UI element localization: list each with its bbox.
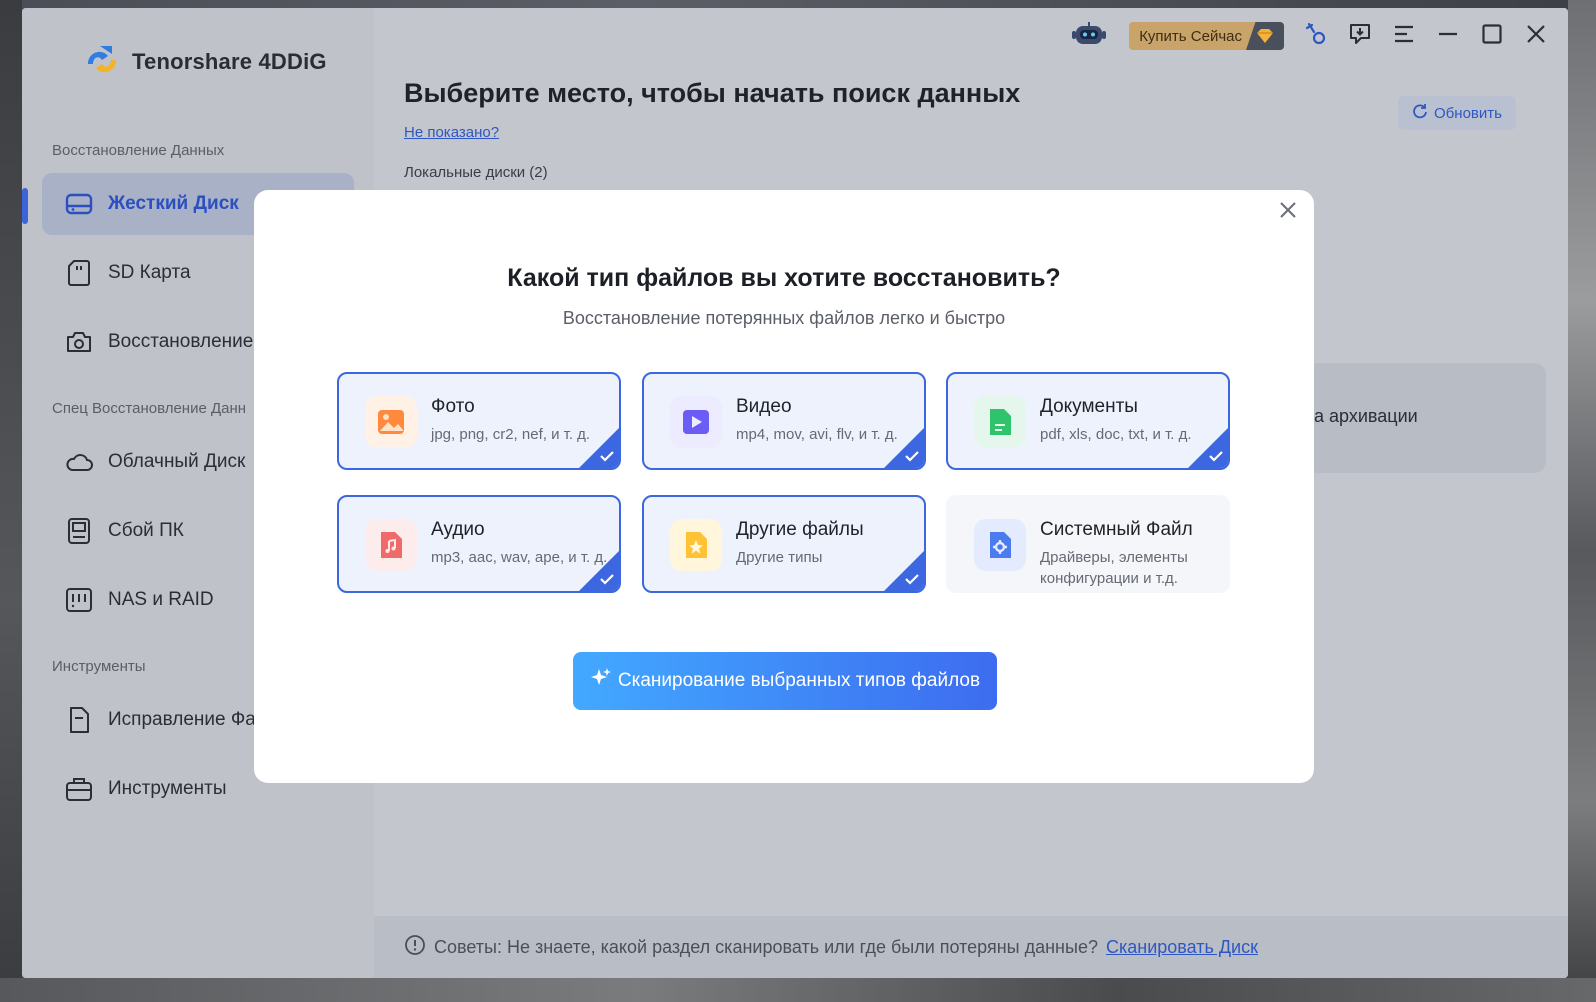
file-type-system[interactable]: Системный Файл Драйверы, элементы конфиг…: [946, 495, 1230, 593]
file-type-photo[interactable]: Фото jpg, png, cr2, nef, и т. д.: [337, 372, 621, 470]
sidebar-item-label: Восстановление I: [108, 331, 264, 352]
local-disks-label: Локальные диски (2): [404, 164, 548, 181]
file-type-desc: pdf, xls, doc, txt, и т. д.: [1040, 426, 1192, 443]
not-shown-link[interactable]: Не показано?: [404, 124, 499, 141]
tool-icon: [1305, 22, 1327, 51]
file-type-desc: Другие типы: [736, 549, 823, 566]
nas-icon: [64, 585, 94, 615]
camera-icon: [64, 327, 94, 357]
buy-now-label: Купить Сейчас: [1139, 27, 1242, 45]
file-type-name: Другие файлы: [736, 519, 864, 540]
feedback-button[interactable]: [1348, 22, 1372, 51]
maximize-icon: [1481, 23, 1503, 50]
file-type-name: Видео: [736, 396, 792, 417]
titlebar-controls: Купить Сейчас: [1069, 21, 1548, 51]
scan-disk-link[interactable]: Сканировать Диск: [1106, 937, 1258, 958]
background-card-label: а архивации: [1314, 406, 1418, 426]
app-name: Tenorshare 4DDiG: [132, 49, 327, 74]
other-files-icon: [670, 519, 722, 571]
fix-tool-button[interactable]: [1304, 22, 1328, 51]
section-label-recovery: Восстановление Данных: [52, 142, 225, 159]
file-type-name: Системный Файл: [1040, 519, 1193, 540]
document-icon: [974, 396, 1026, 448]
file-type-desc: mp3, aac, wav, ape, и т. д.: [431, 549, 608, 566]
audio-icon: [365, 519, 417, 571]
logo-icon: [82, 42, 122, 82]
close-icon: [1276, 202, 1300, 226]
desktop-background-bottom: [0, 978, 1596, 1002]
page-title: Выберите место, чтобы начать поиск данны…: [404, 78, 1021, 108]
refresh-label: Обновить: [1434, 104, 1502, 122]
file-type-video[interactable]: Видео mp4, mov, avi, flv, и т. д.: [642, 372, 926, 470]
robot-icon: [1070, 20, 1108, 53]
pc-crash-icon: [64, 516, 94, 546]
maximize-button[interactable]: [1480, 23, 1504, 50]
file-type-other[interactable]: Другие файлы Другие типы: [642, 495, 926, 593]
sidebar-item-label: SD Карта: [108, 262, 191, 283]
system-file-icon: [974, 519, 1026, 571]
assistant-robot-button[interactable]: [1069, 21, 1109, 48]
file-type-audio[interactable]: Аудио mp3, aac, wav, ape, и т. д.: [337, 495, 621, 593]
sparkle-icon: [590, 667, 612, 695]
active-indicator: [22, 188, 28, 224]
file-type-name: Аудио: [431, 519, 485, 540]
scan-selected-types-button[interactable]: Сканирование выбранных типов файлов: [573, 652, 997, 710]
file-type-desc: jpg, png, cr2, nef, и т. д.: [431, 426, 591, 443]
section-label-tools: Инструменты: [52, 658, 146, 675]
file-type-desc: mp4, mov, avi, flv, и т. д.: [736, 426, 898, 443]
tips-bar: Советы: Не знаете, какой раздел сканиров…: [374, 916, 1568, 978]
sd-card-icon: [64, 258, 94, 288]
file-type-name: Документы: [1040, 396, 1138, 417]
desktop-background-right: [1568, 0, 1596, 1002]
diamond-icon: [1246, 22, 1284, 50]
info-icon: [404, 934, 426, 961]
desktop-background-left: [0, 0, 22, 1002]
sidebar-item-label: Облачный Диск: [108, 451, 246, 472]
sidebar-item-label: NAS и RAID: [108, 589, 214, 610]
toolbox-icon: [64, 774, 94, 804]
app-logo: Tenorshare 4DDiG: [82, 42, 327, 82]
scan-button-label: Сканирование выбранных типов файлов: [617, 670, 981, 691]
sidebar-item-label: Инструменты: [108, 778, 227, 799]
message-download-icon: [1348, 22, 1372, 51]
sidebar-item-label: Жесткий Диск: [108, 193, 239, 214]
dialog-title: Какой тип файлов вы хотите восстановить?: [507, 264, 1061, 292]
section-label-special: Спец Восстановление Данн: [52, 400, 247, 417]
minimize-icon: [1437, 24, 1459, 49]
file-repair-icon: [64, 705, 94, 735]
refresh-button[interactable]: Обновить: [1398, 96, 1516, 130]
menu-icon: [1393, 24, 1415, 49]
cloud-icon: [64, 447, 94, 477]
dialog-subtitle: Восстановление потерянных файлов легко и…: [562, 308, 1006, 328]
close-icon: [1525, 23, 1547, 50]
file-type-documents[interactable]: Документы pdf, xls, doc, txt, и т. д.: [946, 372, 1230, 470]
video-icon: [670, 396, 722, 448]
sidebar-item-label: Исправление Фа: [108, 709, 256, 730]
tips-text: Советы: Не знаете, какой раздел сканиров…: [434, 936, 1098, 957]
refresh-icon: [1412, 103, 1428, 123]
close-window-button[interactable]: [1524, 24, 1548, 48]
minimize-button[interactable]: [1436, 24, 1460, 48]
dialog-close-button[interactable]: [1276, 198, 1300, 222]
menu-button[interactable]: [1392, 24, 1416, 48]
file-type-desc: Драйверы, элементы конфигурации и т.д.: [1040, 549, 1188, 587]
photo-icon: [365, 396, 417, 448]
sidebar-item-label: Сбой ПК: [108, 520, 184, 541]
file-type-dialog: Какой тип файлов вы хотите восстановить?…: [254, 190, 1314, 783]
buy-now-button[interactable]: Купить Сейчас: [1129, 22, 1284, 50]
hard-drive-icon: [64, 189, 94, 219]
file-type-name: Фото: [431, 396, 475, 417]
